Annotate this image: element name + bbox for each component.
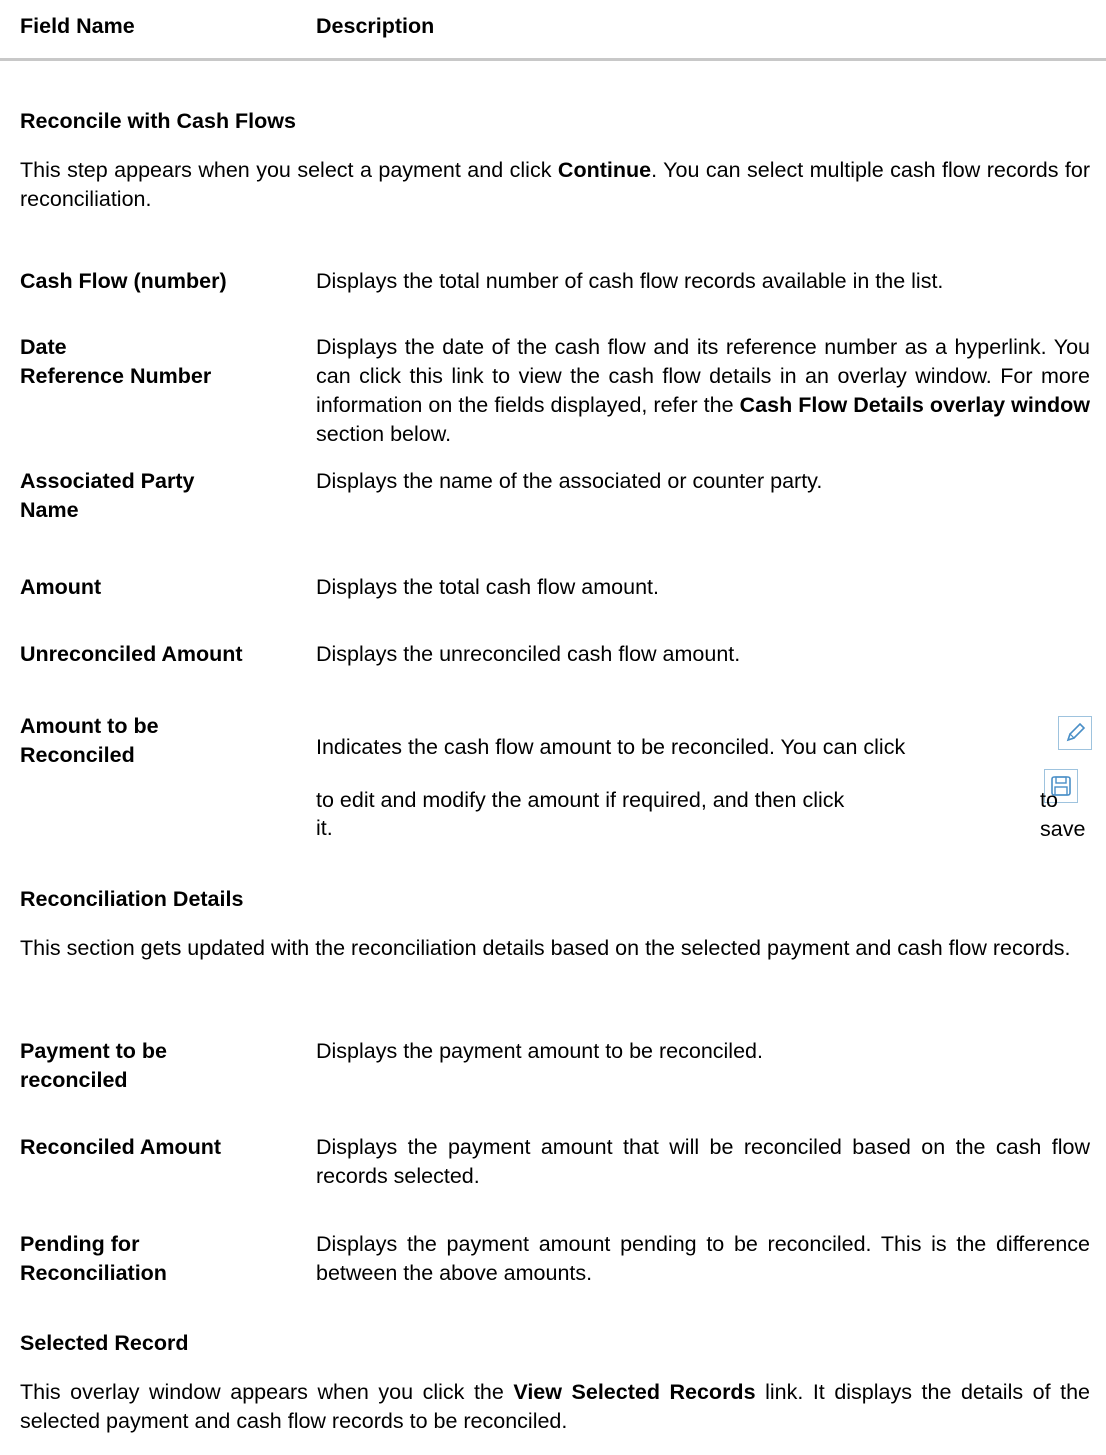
field-desc-unreconciled: Displays the unreconciled cash flow amou… [316,642,741,666]
label-line: Reconciled [20,743,135,768]
field-label-unreconciled: Unreconciled Amount [20,642,243,666]
field-desc-amount: Displays the total cash flow amount. [316,575,659,599]
desc-text: section below. [316,422,452,447]
intro-bold: Continue [557,158,652,182]
field-label-cash-flow-number: Cash Flow (number) [20,269,227,293]
section-title-details: Reconciliation Details [20,887,244,911]
field-desc-date-reference: Displays the date of the cash flow and i… [316,333,1090,449]
pencil-icon [1058,716,1092,750]
document-page: Field Name Description Reconcile with Ca… [0,0,1106,1433]
section-intro-details: This section gets updated with the recon… [20,936,1071,960]
label-line: reconciled [20,1068,128,1093]
label-line: Pending for [20,1232,140,1256]
label-line: Reconciliation [20,1261,167,1286]
intro-bold: View Selected Records [513,1380,756,1404]
field-desc-amount-to-reconcile-2: to edit and modify the amount if require… [316,786,916,815]
field-desc-pending: Displays the payment amount pending to b… [316,1232,1090,1286]
field-name-header: Field Name [20,14,135,38]
field-label-amount: Amount [20,575,102,599]
label-line: Name [20,498,79,523]
label-line: Reference Number [20,364,212,389]
field-label-date-reference: Date Reference Number [20,333,310,391]
label-line: Payment to be [20,1039,167,1063]
field-desc-cash-flow-number: Displays the total number of cash flow r… [316,269,944,293]
field-label-reconciled-amount: Reconciled Amount [20,1135,222,1159]
field-desc-associated-party: Displays the name of the associated or c… [316,469,823,493]
field-desc-payment-to-reconcile: Displays the payment amount to be reconc… [316,1039,763,1063]
field-label-amount-to-reconcile: Amount to be Reconciled [20,712,310,770]
field-label-payment-to-reconcile: Payment to be reconciled [20,1037,310,1095]
section-intro-reconcile: This step appears when you select a paym… [20,156,1090,214]
field-desc-reconciled-amount: Displays the payment amount that will be… [316,1135,1090,1189]
section-title-selected: Selected Record [20,1331,189,1355]
intro-text: This step appears when you select a paym… [20,158,558,182]
field-desc-amount-to-reconcile-1: Indicates the cash flow amount to be rec… [316,733,1090,762]
desc-text: to edit and modify the amount if require… [316,788,845,812]
field-desc-amount-to-reconcile-4: it. [316,816,333,840]
table-header: Field Name Description [0,12,1106,61]
section-intro-selected: This overlay window appears when you cli… [20,1378,1090,1436]
label-line: Amount to be [20,714,159,738]
intro-text: This overlay window appears when you cli… [20,1380,514,1404]
description-header: Description [316,14,435,38]
field-label-pending: Pending for Reconciliation [20,1230,310,1288]
desc-bold: Cash Flow Details overlay window [739,393,1090,418]
desc-text: Indicates the cash flow amount to be rec… [316,735,906,759]
label-line: Associated Party [20,469,195,493]
label-line: Date [20,335,67,359]
section-title-reconcile: Reconcile with Cash Flows [20,109,296,133]
field-label-associated-party: Associated Party Name [20,467,310,525]
